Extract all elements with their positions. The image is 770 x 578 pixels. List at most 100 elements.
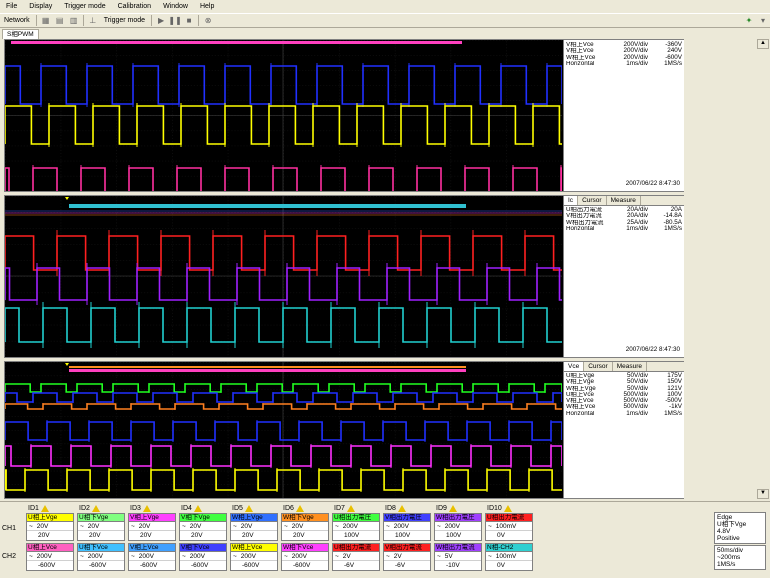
ch1-channel-box[interactable]: W相下Vge ~20V 20V (281, 513, 329, 541)
tab-measure[interactable]: Measure (612, 362, 648, 371)
trigger-settings[interactable]: Edge U相下Vge 4.8V Positive (714, 512, 766, 544)
ch1-channel-box[interactable]: W相出力電圧 ~200V 100V (434, 513, 482, 541)
ch1-channel-box[interactable]: U相上Vge ~20V 20V (26, 513, 74, 541)
channel-id-header: ID9 (436, 505, 457, 512)
channel-offset: 0V (497, 532, 505, 539)
ch2-channel-box[interactable]: N相-CH2 ~100mV 0V (485, 543, 533, 571)
ac-coupling-icon: ~ (386, 523, 390, 530)
ch2-channel-box[interactable]: W相上Vce ~200V -600V (230, 543, 278, 571)
channel-id: ID10 (487, 505, 502, 512)
tab-ic[interactable]: Ic (564, 196, 579, 205)
channel-id-header: ID6 (283, 505, 304, 512)
ch1-channel-box[interactable]: U相出力電圧 ~200V 100V (332, 513, 380, 541)
channel-name: U相出力電流 (333, 544, 379, 552)
range-value: 20V (36, 523, 49, 530)
vertical-scrollbar[interactable]: ▲ ▼ (756, 39, 770, 499)
channel-id: ID8 (385, 505, 396, 512)
scope-display[interactable] (4, 362, 563, 498)
waveform-plot (4, 40, 563, 209)
record-icon[interactable]: ■ (184, 16, 194, 26)
range-value: 100mV (495, 553, 517, 560)
ch1-channel-box[interactable]: V相下Vge ~20V 20V (179, 513, 227, 541)
channel-name: W相上Vce (231, 544, 277, 552)
ac-coupling-icon: ~ (182, 553, 186, 560)
ch2-channel-box[interactable]: W相出力電流 ~5V -10V (434, 543, 482, 571)
timebase-settings[interactable]: 50ms/div ~200ms 1MS/s (714, 545, 766, 570)
ch2-label: CH2 (2, 553, 17, 560)
scope-panel-current: Ic Cursor Measure U相出力電流 20A/div 20A V相出力電… (4, 195, 684, 358)
menu-bar: File Display Trigger mode Calibration Wi… (0, 0, 770, 13)
menu-calibration[interactable]: Calibration (112, 0, 157, 13)
range-value: 2V (342, 553, 351, 560)
pause-icon[interactable]: ❚❚ (168, 16, 181, 26)
ch1-channel-box[interactable]: U相下Vge ~20V 20V (77, 513, 125, 541)
run-icon[interactable]: ▶ (156, 16, 166, 26)
menu-window[interactable]: Window (157, 0, 194, 13)
ch2-channel-box[interactable]: U相上Vce ~200V -600V (26, 543, 74, 571)
range-value: 5V (444, 553, 453, 560)
chart-icon[interactable]: ▤ (55, 16, 65, 26)
stop-icon[interactable]: ⊗ (203, 16, 213, 26)
channel-name: V相出力電圧 (384, 514, 430, 522)
range-value: 200V (138, 553, 154, 560)
channel-name: W相下Vge (282, 514, 328, 522)
menu-trigger-mode[interactable]: Trigger mode (58, 0, 111, 13)
channel-name: W相出力電圧 (435, 514, 481, 522)
tab-cursor[interactable]: Cursor (578, 196, 607, 205)
tab-s-pwm[interactable]: S相PWM (2, 29, 39, 39)
ch2-channel-box[interactable]: V相出力電流 ~2V -6V (383, 543, 431, 571)
tab-vce[interactable]: Vce (564, 362, 585, 371)
channel-name: U相出力電圧 (333, 514, 379, 522)
table-icon[interactable]: ▥ (69, 16, 79, 26)
ch2-channel-box[interactable]: W相下Vce ~200V -600V (281, 543, 329, 571)
timebase-range: ~200ms (717, 554, 741, 561)
ch1-channel-box[interactable]: W相上Vge ~20V 20V (230, 513, 278, 541)
trigger-mode-button[interactable]: Trigger mode (100, 15, 149, 27)
warning-icon (295, 505, 304, 512)
warning-icon (346, 505, 355, 512)
menu-file[interactable]: File (0, 0, 23, 13)
ch1-channel-box[interactable]: V相出力電圧 ~200V 100V (383, 513, 431, 541)
ch1-label: CH1 (2, 525, 17, 532)
channel-id: ID4 (181, 505, 192, 512)
channel-name: U相出力電流 (486, 514, 532, 522)
channel-name: W相下Vce (282, 544, 328, 552)
channel-id: ID2 (79, 505, 90, 512)
chevron-down-icon[interactable]: ▾ (758, 16, 768, 26)
channel-range: ~100mV (486, 552, 532, 561)
scope-display[interactable] (4, 196, 562, 357)
grid-icon[interactable]: ▦ (41, 16, 51, 26)
ch1-channel-box[interactable]: V相上Vge ~20V 20V (128, 513, 176, 541)
ac-coupling-icon: ~ (182, 523, 186, 530)
channel-range: ~20V (282, 522, 328, 531)
info-row: Horizontal 1ms/div 1MS/s (566, 409, 682, 417)
ch2-channel-box[interactable]: U相出力電流 ~2V -6V (332, 543, 380, 571)
scroll-up-icon[interactable]: ▲ (757, 39, 769, 49)
range-value: 2V (393, 553, 402, 560)
scope-display[interactable] (4, 40, 563, 209)
channel-range: ~200V (27, 552, 73, 561)
channel-id: ID7 (334, 505, 345, 512)
tab-cursor[interactable]: Cursor (584, 362, 613, 371)
range-value: 20V (87, 523, 100, 530)
channel-offset: -600V (38, 562, 56, 569)
channel-offset: -6V (395, 562, 406, 569)
ch2-channel-box[interactable]: U相下Vce ~200V -600V (77, 543, 125, 571)
ch2-channel-box[interactable]: V相下Vce ~200V -600V (179, 543, 227, 571)
channel-range: ~2V (384, 552, 430, 561)
range-value: 20V (291, 523, 304, 530)
menu-display[interactable]: Display (23, 0, 58, 13)
trigger-source: U相下Vge (717, 521, 747, 528)
network-button[interactable]: Network (0, 15, 34, 27)
ch2-channel-box[interactable]: V相上Vce ~200V -600V (128, 543, 176, 571)
menu-help[interactable]: Help (194, 0, 220, 13)
channel-name: V相下Vce (180, 544, 226, 552)
ch1-channel-box[interactable]: U相出力電流 ~100mV 0V (485, 513, 533, 541)
channel-id-header: ID8 (385, 505, 406, 512)
channel-offset: 20V (191, 532, 203, 539)
trigger-icon[interactable]: ⊥ (88, 16, 98, 26)
tab-measure[interactable]: Measure (606, 196, 641, 205)
scroll-down-icon[interactable]: ▼ (757, 489, 769, 499)
ac-coupling-icon: ~ (386, 553, 390, 560)
document-tab-bar: S相PWM (0, 29, 770, 39)
